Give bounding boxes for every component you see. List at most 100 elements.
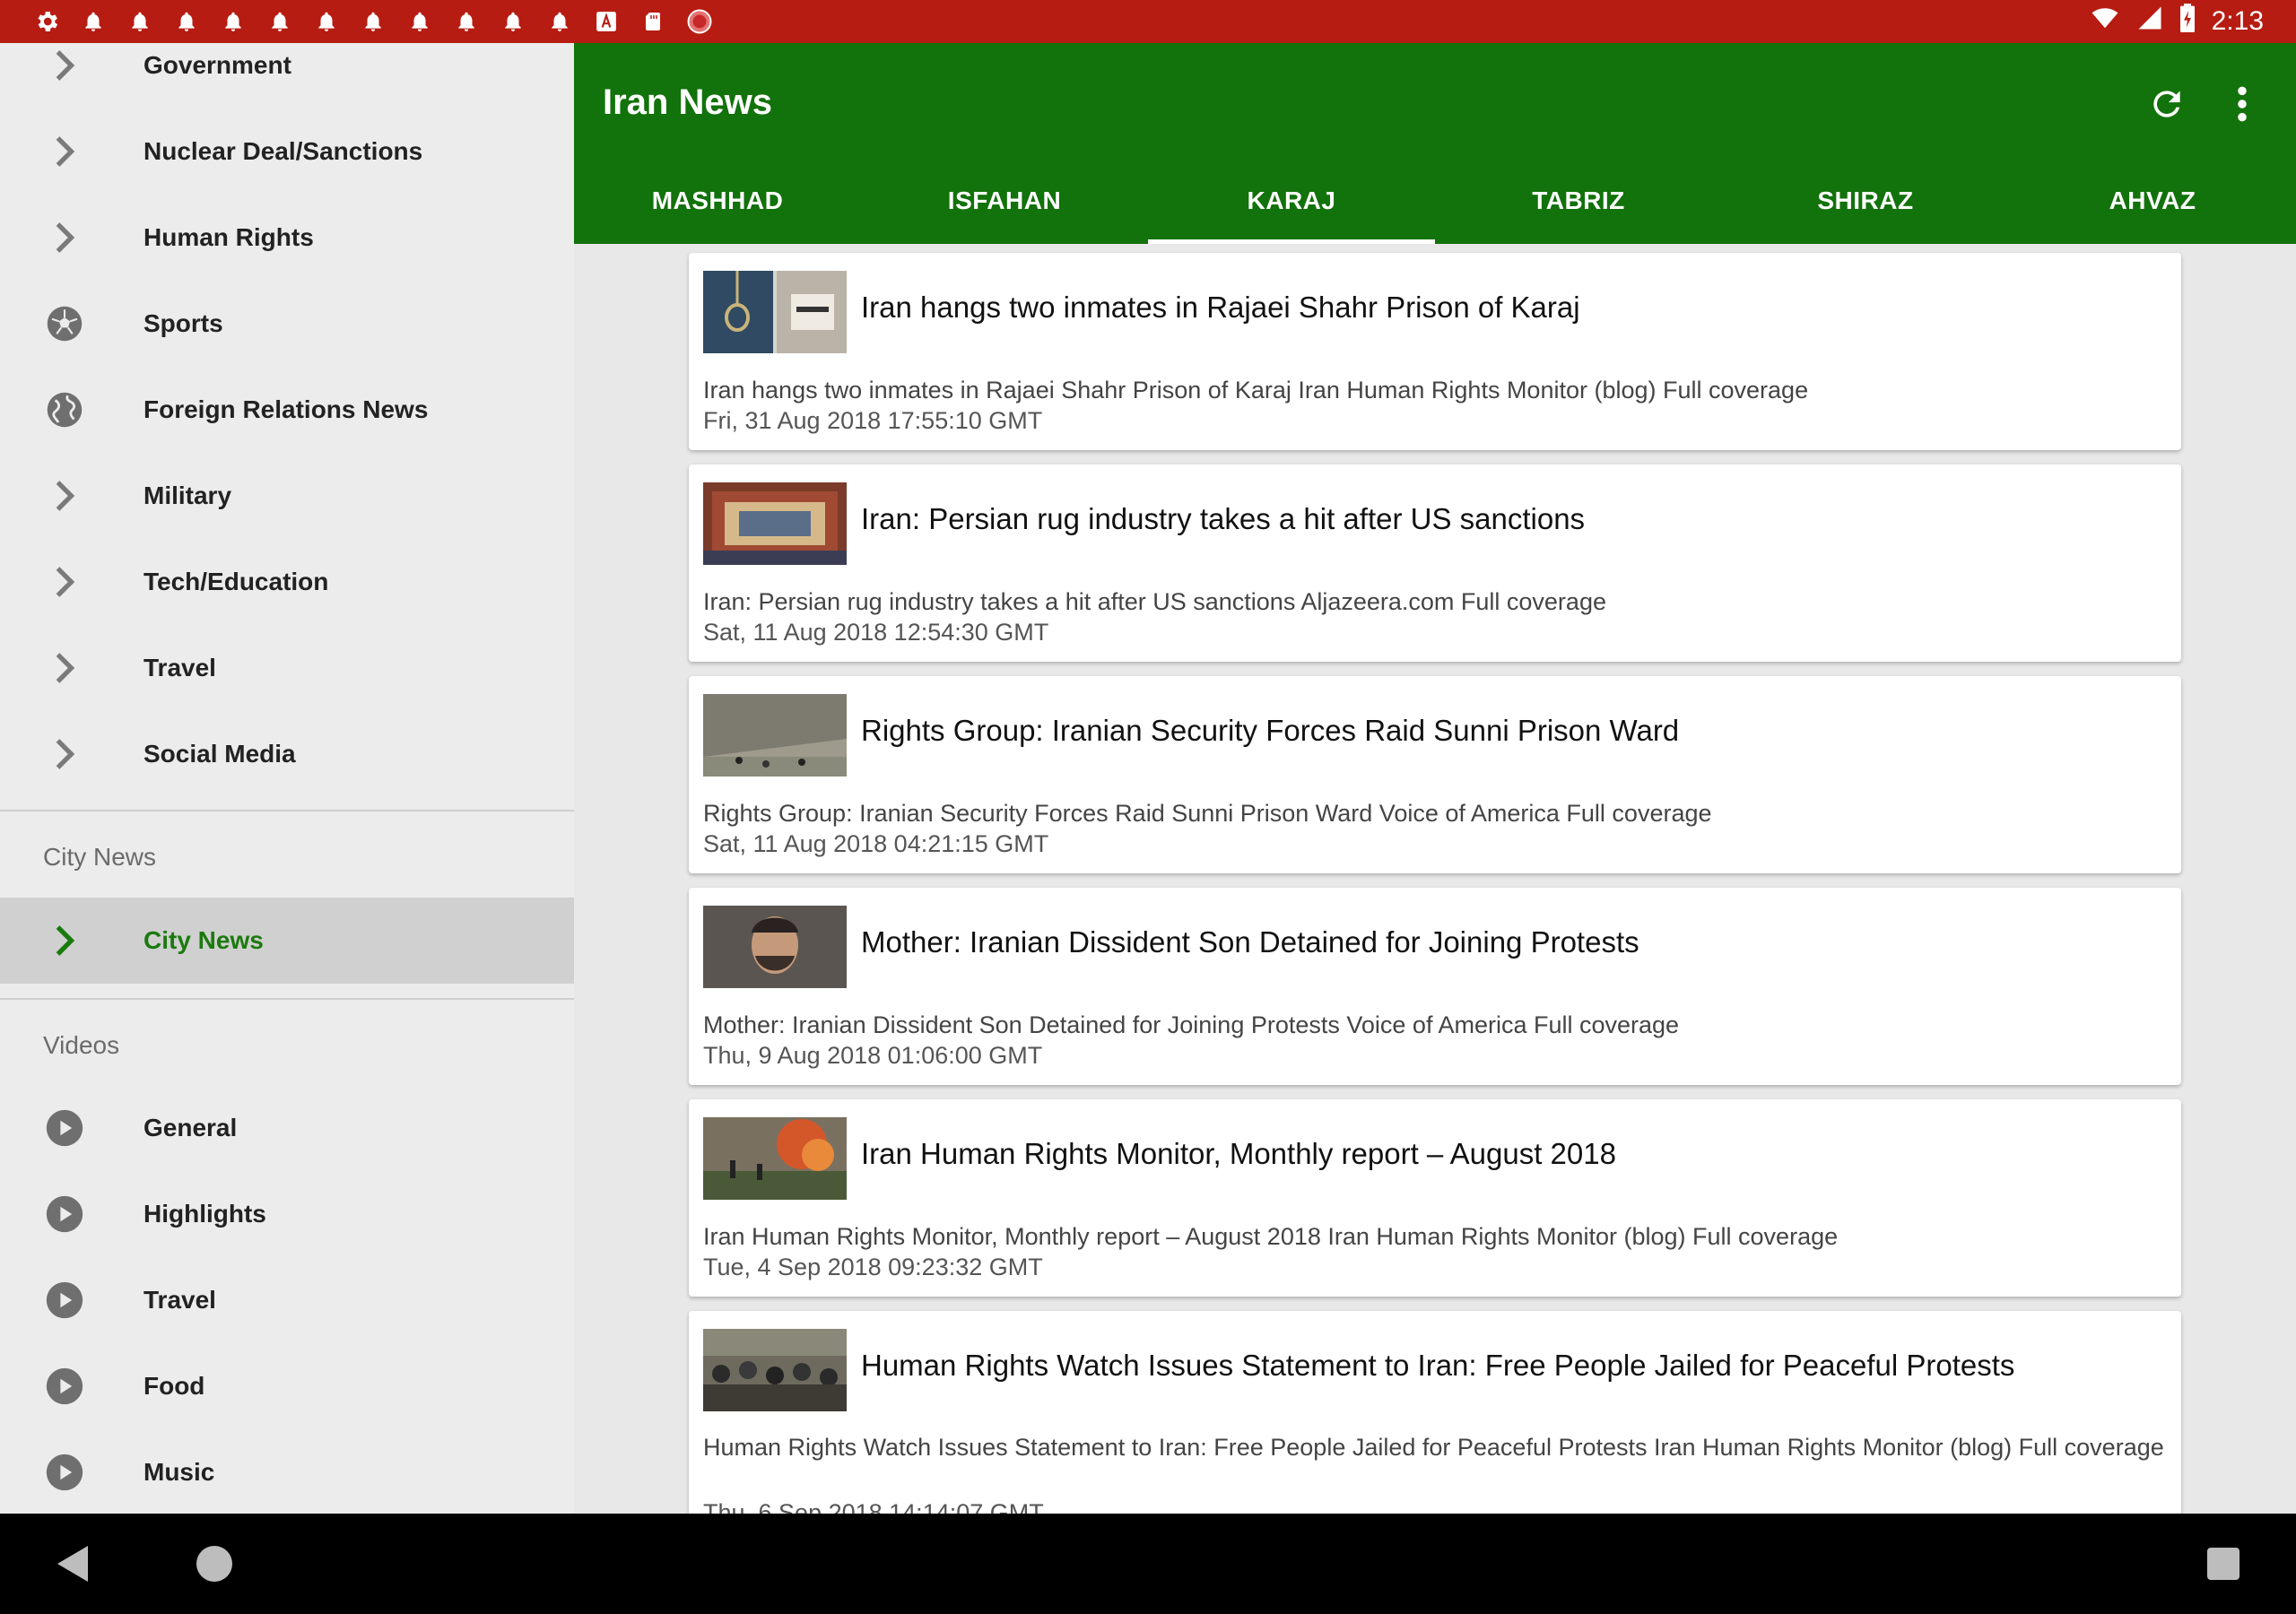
bell-icon: [265, 7, 294, 36]
drawer-item-human-rights[interactable]: Human Rights: [0, 195, 574, 281]
drawer-item-city-news[interactable]: City News: [0, 898, 574, 984]
article-date: Thu, 6 Sep 2018 14:14:07 GMT: [703, 1499, 1044, 1514]
tab-ahvaz[interactable]: AHVAZ: [2009, 158, 2296, 244]
play-circle-icon: [43, 1451, 86, 1494]
bell-icon: [359, 7, 387, 36]
bell-icon: [126, 7, 154, 36]
record-icon: [685, 7, 714, 36]
article-headline: Iran Human Rights Monitor, Monthly repor…: [861, 1137, 1616, 1170]
article-headline: Iran: Persian rug industry takes a hit a…: [861, 502, 1586, 535]
globe-icon: [43, 388, 86, 431]
tab-shiraz[interactable]: SHIRAZ: [1722, 158, 2009, 244]
news-card[interactable]: Iran Human Rights Monitor, Monthly repor…: [689, 1099, 2181, 1297]
article-description: Mother: Iranian Dissident Son Detained f…: [703, 1011, 1680, 1038]
drawer-item-label: Sports: [144, 309, 223, 337]
drawer-item-tech-education[interactable]: Tech/Education: [0, 539, 574, 625]
bell-icon: [79, 7, 108, 36]
drawer-item-military[interactable]: Military: [0, 453, 574, 539]
news-list: Iran hangs two inmates in Rajaei Shahr P…: [574, 244, 2296, 1514]
play-circle-icon: [43, 1279, 86, 1322]
drawer-item-label: City News: [144, 926, 264, 954]
bell-icon: [219, 7, 248, 36]
tab-tabriz[interactable]: TABRIZ: [1435, 158, 1722, 244]
drawer-item-label: Military: [144, 482, 232, 509]
drawer-item-label: Government: [144, 51, 291, 79]
soccer-ball-icon: [43, 302, 86, 345]
refresh-icon[interactable]: [2142, 79, 2192, 129]
home-icon[interactable]: [191, 1540, 238, 1587]
drawer-item-label: Social Media: [144, 740, 296, 768]
chevron-right-icon: [43, 560, 86, 603]
drawer-item-nuclear-deal[interactable]: Nuclear Deal/Sanctions: [0, 108, 574, 195]
thumbnail-image: [703, 482, 847, 565]
drawer-item-video-highlights[interactable]: Highlights: [0, 1171, 574, 1257]
chevron-right-icon: [43, 44, 86, 87]
bell-icon: [312, 7, 341, 36]
article-headline: Mother: Iranian Dissident Son Detained f…: [861, 925, 1639, 959]
article-description: Iran: Persian rug industry takes a hit a…: [703, 588, 1606, 615]
news-card[interactable]: Iran: Persian rug industry takes a hit a…: [689, 464, 2181, 662]
signal-icon: [2136, 4, 2163, 39]
article-date: Tue, 4 Sep 2018 09:23:32 GMT: [703, 1254, 1043, 1280]
drawer-item-video-music[interactable]: Music: [0, 1429, 574, 1514]
chevron-right-icon: [43, 919, 86, 962]
tab-isfahan[interactable]: ISFAHAN: [861, 158, 1148, 244]
recents-icon[interactable]: [2200, 1540, 2247, 1587]
system-nav-bar: [0, 1514, 2296, 1614]
play-circle-icon: [43, 1365, 86, 1408]
news-card[interactable]: Mother: Iranian Dissident Son Detained f…: [689, 888, 2181, 1085]
divider: [0, 810, 574, 811]
section-header-videos: Videos: [43, 1031, 120, 1059]
font-icon: [592, 7, 621, 36]
chevron-right-icon: [43, 646, 86, 690]
drawer-item-social-media[interactable]: Social Media: [0, 711, 574, 797]
drawer-item-label: Highlights: [144, 1200, 266, 1228]
notification-icons: [32, 7, 714, 36]
article-description: Rights Group: Iranian Security Forces Ra…: [703, 800, 1712, 827]
tab-mashhad[interactable]: MASHHAD: [574, 158, 861, 244]
article-headline: Iran hangs two inmates in Rajaei Shahr P…: [861, 291, 1580, 324]
drawer-item-travel[interactable]: Travel: [0, 625, 574, 711]
thumbnail-image: [703, 694, 847, 777]
navigation-drawer: Government Nuclear Deal/Sanctions Human …: [0, 43, 574, 1514]
thumbnail-image: [703, 1117, 847, 1200]
drawer-item-label: Nuclear Deal/Sanctions: [144, 137, 423, 165]
chevron-right-icon: [43, 130, 86, 173]
drawer-item-label: Tech/Education: [144, 568, 329, 595]
drawer-item-video-general[interactable]: General: [0, 1085, 574, 1171]
drawer-item-government[interactable]: Government: [0, 43, 574, 108]
city-tabs: MASHHAD ISFAHAN KARAJ TABRIZ SHIRAZ AHVA…: [574, 158, 2296, 244]
drawer-item-label: Human Rights: [144, 223, 314, 251]
article-description: Human Rights Watch Issues Statement to I…: [703, 1434, 2164, 1461]
thumbnail-image: [703, 906, 847, 988]
tab-karaj[interactable]: KARAJ: [1148, 158, 1435, 244]
article-description: Iran hangs two inmates in Rajaei Shahr P…: [703, 377, 1809, 404]
drawer-item-sports[interactable]: Sports: [0, 281, 574, 367]
bell-icon: [452, 7, 481, 36]
article-date: Sat, 11 Aug 2018 04:21:15 GMT: [703, 830, 1049, 857]
battery-icon: [2179, 4, 2196, 39]
news-card[interactable]: Iran hangs two inmates in Rajaei Shahr P…: [689, 253, 2181, 450]
chevron-right-icon: [43, 474, 86, 517]
article-description: Iran Human Rights Monitor, Monthly repor…: [703, 1223, 1839, 1250]
drawer-item-video-travel[interactable]: Travel: [0, 1257, 574, 1343]
article-headline: Human Rights Watch Issues Statement to I…: [861, 1349, 2015, 1382]
thumbnail-image: [703, 271, 847, 353]
status-bar: 2:13: [0, 0, 2296, 43]
more-vert-icon[interactable]: [2217, 79, 2267, 129]
app-bar: Iran News MASHHAD ISFAHAN KARAJ TABRIZ S…: [574, 43, 2296, 244]
play-circle-icon: [43, 1106, 86, 1150]
news-card[interactable]: Rights Group: Iranian Security Forces Ra…: [689, 676, 2181, 873]
divider: [0, 998, 574, 1000]
bell-icon: [405, 7, 434, 36]
news-card[interactable]: Human Rights Watch Issues Statement to I…: [689, 1311, 2181, 1514]
drawer-item-video-food[interactable]: Food: [0, 1343, 574, 1429]
section-header-city-news: City News: [43, 843, 157, 871]
status-right: 2:13: [2090, 4, 2264, 39]
back-icon[interactable]: [50, 1540, 97, 1587]
app-title: Iran News: [603, 82, 772, 122]
drawer-item-label: Travel: [144, 654, 216, 681]
sd-card-icon: [639, 7, 667, 36]
drawer-item-foreign-relations[interactable]: Foreign Relations News: [0, 367, 574, 453]
drawer-item-label: Food: [144, 1372, 205, 1400]
